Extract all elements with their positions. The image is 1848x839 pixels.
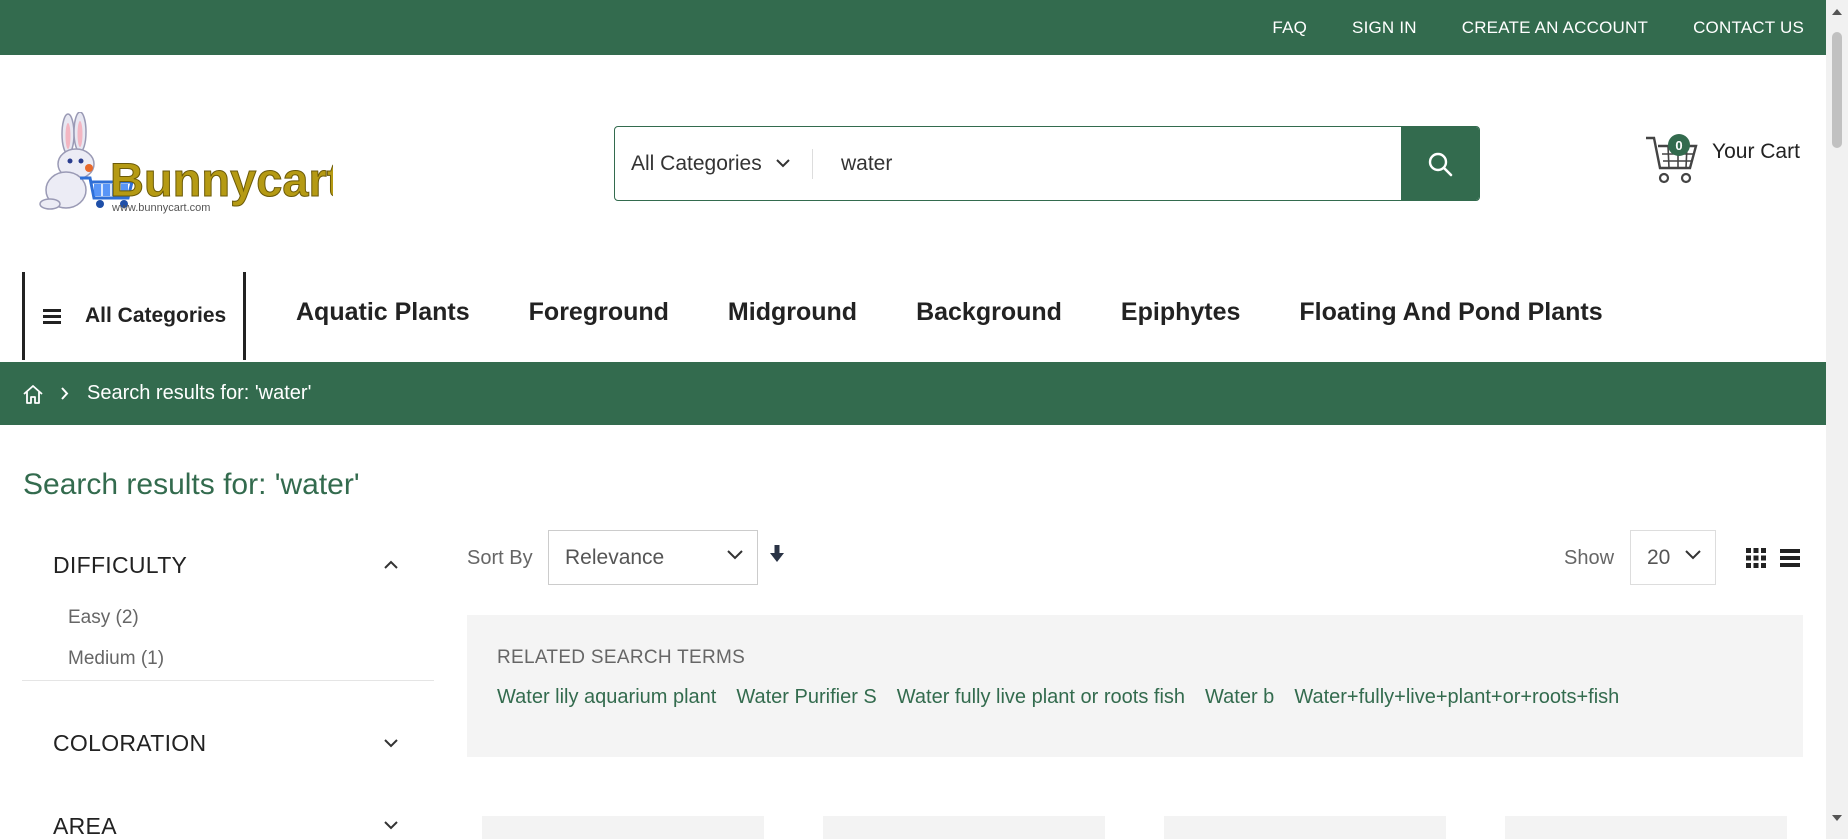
cart-icon: 0 — [1644, 128, 1700, 186]
related-term-link[interactable]: Water b — [1205, 686, 1274, 709]
cart-link[interactable]: 0 Your Cart — [1644, 128, 1800, 186]
show-label: Show — [1564, 547, 1615, 569]
cart-label: Your Cart — [1712, 140, 1800, 163]
sign-in-link[interactable]: SIGN IN — [1352, 18, 1417, 38]
chevron-down-icon — [1685, 550, 1701, 560]
all-categories-label: All Categories — [85, 304, 227, 327]
logo-wordmark: Bunnycart — [110, 153, 333, 206]
related-search-list: Water lily aquarium plant Water Purifier… — [497, 686, 1773, 709]
chevron-down-icon — [776, 159, 790, 168]
product-card[interactable] — [1164, 816, 1446, 839]
scrollbar-thumb[interactable] — [1832, 32, 1842, 148]
page-scrollbar[interactable] — [1826, 0, 1848, 839]
search-category-value: All Categories — [631, 151, 762, 175]
nav-item-foreground[interactable]: Foreground — [529, 298, 669, 327]
related-search-terms: RELATED SEARCH TERMS Water lily aquarium… — [467, 615, 1803, 757]
related-term-link[interactable]: Water Purifier S — [736, 686, 876, 709]
nav-item-background[interactable]: Background — [916, 298, 1062, 327]
search-icon — [1428, 152, 1453, 176]
sort-by-label: Sort By — [467, 547, 533, 569]
related-term-link[interactable]: Water lily aquarium plant — [497, 686, 716, 709]
search-category-select[interactable]: All Categories — [615, 127, 813, 200]
faq-link[interactable]: FAQ — [1272, 18, 1307, 38]
top-links: FAQ SIGN IN CREATE AN ACCOUNT CONTACT US — [1272, 0, 1804, 55]
nav-item-midground[interactable]: Midground — [728, 298, 857, 327]
related-term-link[interactable]: Water fully live plant or roots fish — [897, 686, 1185, 709]
contact-us-link[interactable]: CONTACT US — [1693, 18, 1804, 38]
search-bar: All Categories — [614, 126, 1480, 201]
top-bar: FAQ SIGN IN CREATE AN ACCOUNT CONTACT US — [0, 0, 1826, 55]
page-title: Search results for: 'water' — [23, 468, 360, 501]
show-limit-select[interactable]: 20 — [1630, 530, 1716, 585]
filter-difficulty-header[interactable]: DIFFICULTY — [53, 552, 187, 579]
chevron-down-icon[interactable] — [384, 739, 398, 748]
product-card[interactable] — [1505, 816, 1787, 839]
filter-option-medium[interactable]: Medium (1) — [68, 648, 164, 670]
bunny-logo-image: Bunnycart www.bunnycart.com — [39, 111, 343, 214]
scroll-up-arrow-icon[interactable] — [1832, 8, 1842, 16]
grid-view-icon[interactable] — [1746, 548, 1766, 568]
breadcrumb: Search results for: 'water' — [0, 362, 1826, 425]
chevron-down-icon[interactable] — [384, 821, 398, 830]
filter-coloration-header[interactable]: COLORATION — [53, 730, 206, 757]
chevron-up-icon[interactable] — [384, 560, 398, 569]
chevron-down-icon — [727, 550, 743, 560]
list-view-icon[interactable] — [1780, 548, 1800, 568]
nav-item-aquatic-plants[interactable]: Aquatic Plants — [296, 298, 470, 327]
sort-by-value: Relevance — [565, 545, 665, 569]
breadcrumb-current: Search results for: 'water' — [87, 382, 312, 404]
product-card[interactable] — [823, 816, 1105, 839]
logo-url: www.bunnycart.com — [111, 202, 210, 214]
all-categories-menu-button[interactable]: All Categories — [22, 272, 246, 360]
filter-option-easy[interactable]: Easy (2) — [68, 607, 139, 629]
nav-item-floating-and-pond-plants[interactable]: Floating And Pond Plants — [1299, 298, 1602, 327]
filter-area-header[interactable]: AREA — [53, 813, 117, 839]
nav-item-epiphytes[interactable]: Epiphytes — [1121, 298, 1240, 327]
related-search-title: RELATED SEARCH TERMS — [497, 647, 746, 668]
search-input[interactable] — [813, 127, 1401, 200]
related-term-link[interactable]: Water+fully+live+plant+or+roots+fish — [1294, 686, 1619, 709]
product-card[interactable] — [482, 816, 764, 839]
menu-icon — [43, 309, 61, 324]
create-account-link[interactable]: CREATE AN ACCOUNT — [1462, 18, 1648, 38]
home-icon[interactable] — [22, 383, 44, 405]
breadcrumb-chevron-icon — [60, 387, 69, 400]
scroll-down-arrow-icon[interactable] — [1832, 814, 1842, 822]
main-nav: Aquatic Plants Foreground Midground Back… — [296, 298, 1603, 327]
filter-divider — [22, 680, 434, 681]
sort-direction-arrow-icon[interactable] — [769, 544, 785, 564]
site-logo[interactable]: Bunnycart www.bunnycart.com — [28, 111, 343, 214]
sort-by-select[interactable]: Relevance — [548, 530, 758, 585]
show-limit-value: 20 — [1647, 545, 1671, 569]
search-button[interactable] — [1401, 127, 1479, 200]
cart-count-badge: 0 — [1668, 134, 1690, 156]
